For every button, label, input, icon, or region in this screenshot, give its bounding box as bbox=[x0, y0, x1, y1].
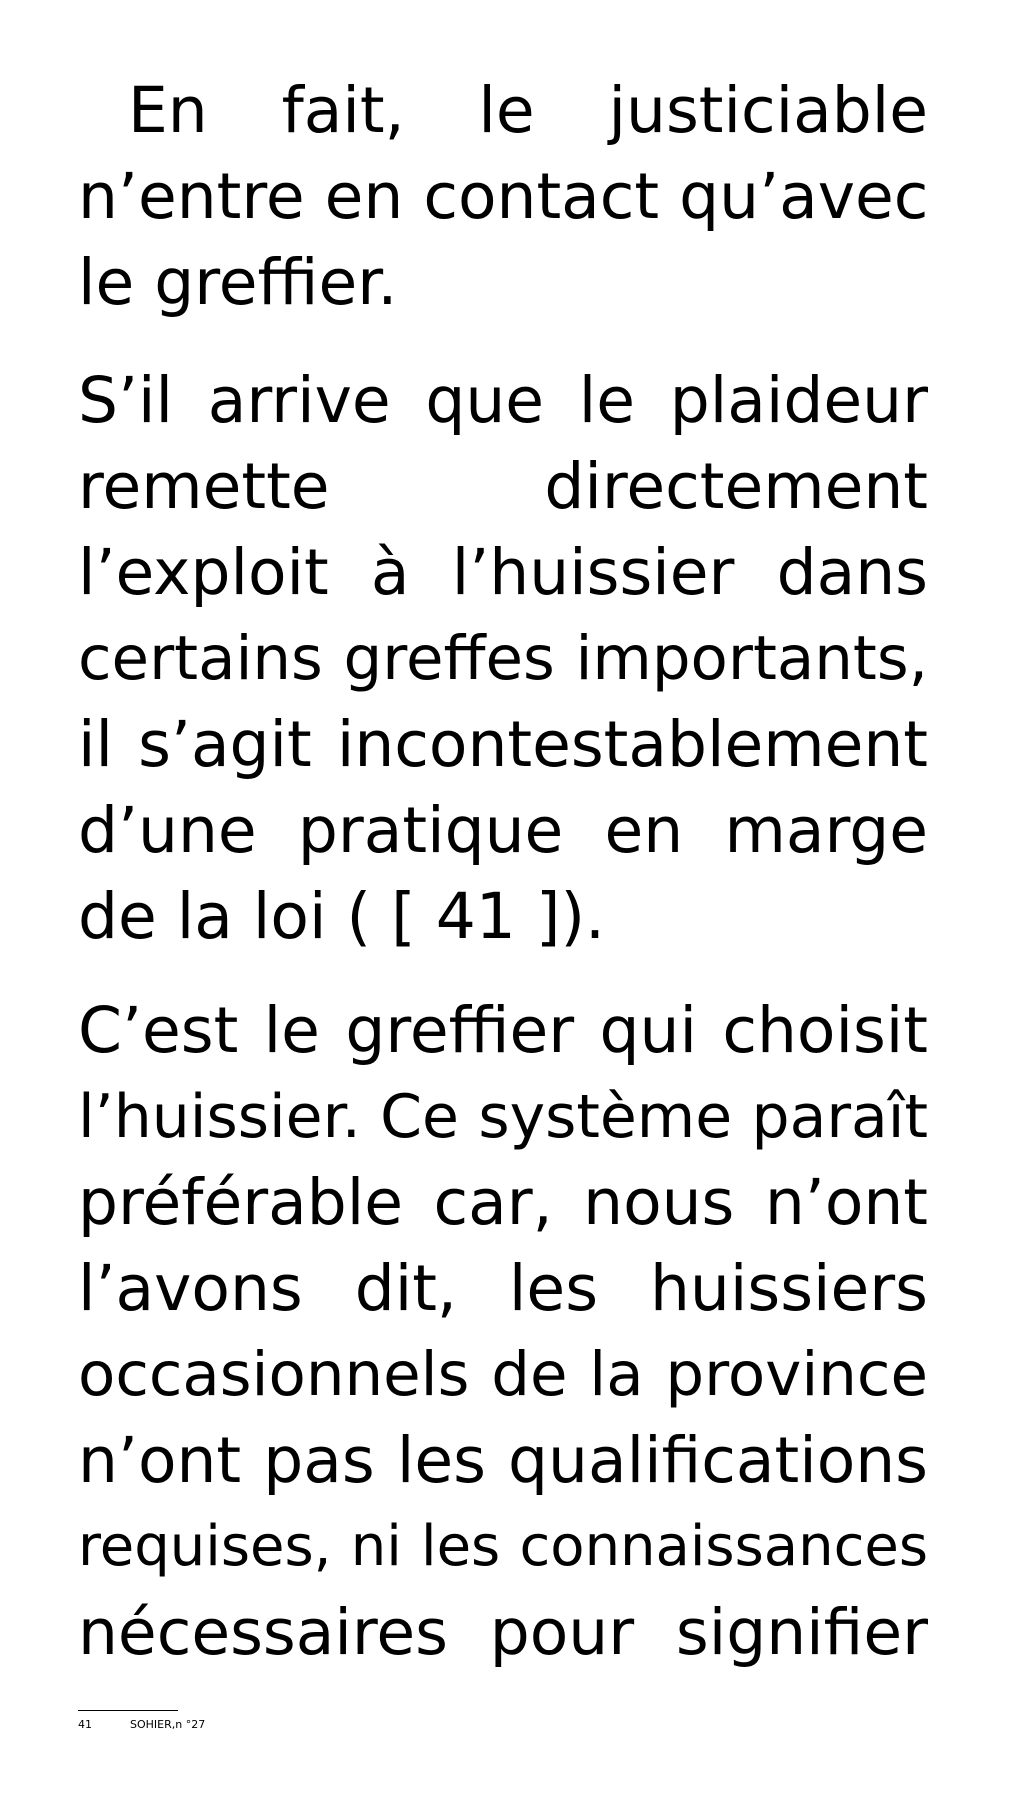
paragraph-2: S’il arrive que le plaideur remette dire… bbox=[78, 358, 928, 960]
paragraph-line: l’huissier. Ce système paraît bbox=[78, 1082, 928, 1152]
footnote-text: SOHIER,n °27 bbox=[130, 1718, 206, 1731]
paragraph-line: l’avons dit, les huissiers bbox=[78, 1252, 928, 1325]
paragraph-line: occasionnels de la province bbox=[78, 1339, 928, 1410]
footnote-number: 41 bbox=[78, 1718, 92, 1731]
footnote: 41 SOHIER,n °27 bbox=[78, 1718, 205, 1732]
footnote-divider bbox=[78, 1710, 178, 1711]
paragraph-line: requises, ni les connaissances bbox=[78, 1514, 928, 1579]
paragraph-line: d’une pratique en marge bbox=[78, 794, 928, 867]
paragraph-line: de la loi ( [ 41 ]). bbox=[78, 880, 606, 953]
paragraph-line: C’est le greffier qui choisit bbox=[78, 994, 928, 1067]
paragraph-line: l’exploit à l’huissier dans bbox=[78, 536, 928, 609]
document-page: En fait, le justiciable n’entre en conta… bbox=[0, 0, 1012, 1800]
paragraph-line: nécessaires pour signifier bbox=[78, 1596, 928, 1669]
paragraph-line: n’entre en contact qu’avec bbox=[78, 160, 929, 233]
paragraph-line: S’il arrive que le plaideur bbox=[78, 364, 928, 437]
paragraph-line: le greffier. bbox=[78, 246, 398, 319]
paragraph-line: remette directement bbox=[78, 450, 928, 523]
paragraph-line: certains greffes importants, bbox=[78, 623, 928, 694]
paragraph-3: C’est le greffier qui choisit l’huissier… bbox=[78, 988, 928, 1676]
paragraph-line: n’ont pas les qualifications bbox=[78, 1424, 928, 1497]
paragraph-line: il s’agit incontestablement bbox=[78, 708, 928, 781]
paragraph-line: préférable car, nous n’ont bbox=[78, 1166, 928, 1239]
paragraph-1: En fait, le justiciable n’entre en conta… bbox=[78, 68, 928, 326]
paragraph-line: En fait, le justiciable bbox=[128, 74, 928, 147]
